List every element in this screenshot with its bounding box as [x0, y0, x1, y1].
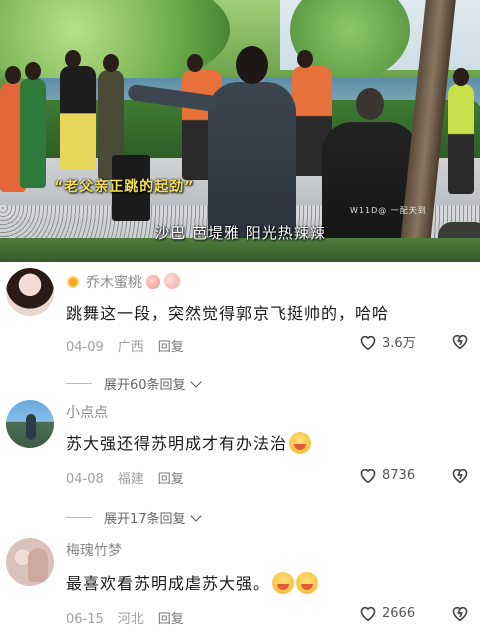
comment-meta: 06-15 河北 回复 [66, 608, 198, 627]
dancer-figure [60, 50, 96, 170]
like-count: 8736 [382, 467, 416, 483]
comment-location: 河北 [117, 612, 144, 627]
heart-icon [360, 606, 376, 622]
expand-replies-button[interactable]: 展开17条回复 [66, 508, 202, 527]
chevron-down-icon [189, 509, 202, 522]
comment-location: 福建 [117, 472, 144, 487]
expand-replies-label[interactable]: 展开60条回复 [104, 374, 186, 393]
reply-button[interactable]: 回复 [158, 472, 184, 487]
comment-username[interactable]: 乔木蜜桃 [86, 275, 142, 291]
comment-meta: 04-08 福建 回复 [66, 468, 198, 487]
grinning-emoji-icon [296, 572, 319, 594]
video-subtitle: 沙巴 芭堤雅 阳光热辣辣 [154, 224, 326, 242]
heart-icon [360, 468, 376, 484]
video-watermark: W11D@ 一配天到 [350, 206, 427, 215]
comment-date: 04-09 [66, 340, 104, 355]
comment-meta: 04-09 广西 回复 [66, 336, 198, 355]
like-count: 3.6万 [382, 336, 416, 351]
dislike-icon[interactable] [450, 332, 470, 350]
comment-text: 苏大强还得苏明成才有办法治 [66, 434, 288, 453]
dislike-icon[interactable] [450, 466, 470, 484]
comment-text-row: 苏大强还得苏明成才有办法治 [66, 430, 312, 454]
chevron-down-icon [189, 375, 202, 388]
comment-date: 06-15 [66, 612, 104, 627]
comment-location: 广西 [117, 340, 144, 355]
avatar[interactable] [6, 268, 54, 316]
expand-replies-label[interactable]: 展开17条回复 [104, 508, 186, 527]
grinning-emoji-icon [272, 572, 295, 594]
avatar[interactable] [6, 538, 54, 586]
laughing-emoji-icon [289, 432, 312, 454]
divider-line [66, 517, 92, 518]
comment-date: 04-08 [66, 472, 104, 487]
like-button[interactable]: 8736 [358, 466, 415, 484]
comment-username[interactable]: 小点点 [66, 402, 108, 422]
dancer-figure [448, 68, 474, 194]
like-count: 2666 [382, 605, 416, 621]
comment-text: 最喜欢看苏明成虐苏大强。 [66, 574, 271, 593]
like-button[interactable]: 3.6万 [358, 332, 416, 351]
dancer-figure [20, 62, 46, 188]
comment-username[interactable]: 梅瑰竹梦 [66, 540, 122, 560]
comment-text-row: 最喜欢看苏明成虐苏大强。 [66, 570, 319, 594]
like-button[interactable]: 2666 [358, 604, 415, 622]
sun-badge-icon [66, 275, 80, 289]
video-caption: “老父亲正跳的起劲” [54, 179, 195, 195]
avatar[interactable] [6, 400, 54, 448]
peach-badge-icon [164, 273, 180, 289]
reply-button[interactable]: 回复 [158, 612, 184, 627]
divider-line [66, 383, 92, 384]
dislike-icon[interactable] [450, 604, 470, 622]
comment-text: 跳舞这一段，突然觉得郭京飞挺帅的，哈哈 [66, 304, 390, 323]
heart-icon [360, 335, 376, 350]
peach-badge-icon [146, 275, 160, 289]
reply-button[interactable]: 回复 [158, 340, 184, 355]
expand-replies-button[interactable]: 展开60条回复 [66, 374, 202, 393]
video-frame[interactable]: “老父亲正跳的起劲” W11D@ 一配天到 沙巴 芭堤雅 阳光热辣辣 [0, 0, 480, 262]
comment-username-row[interactable]: 乔木蜜桃 [66, 272, 180, 292]
